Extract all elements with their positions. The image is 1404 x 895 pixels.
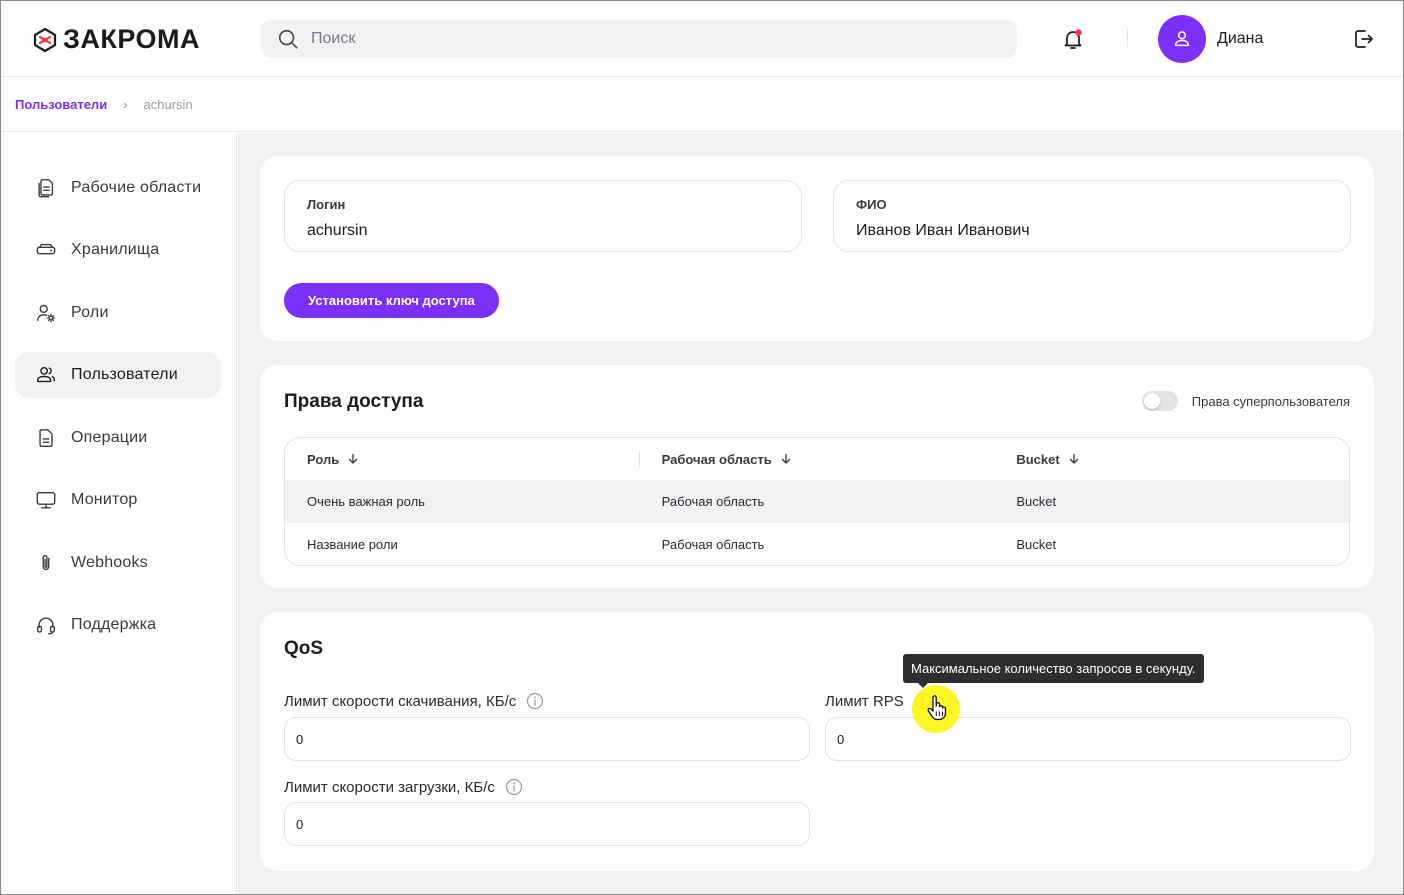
- column-header-role[interactable]: Роль: [285, 452, 640, 467]
- column-header-workspace[interactable]: Рабочая область: [640, 452, 995, 467]
- sidebar-item-roles[interactable]: Роли: [15, 290, 221, 336]
- notification-bell-icon[interactable]: [1061, 27, 1085, 51]
- sidebar-item-monitor[interactable]: Монитор: [15, 477, 221, 523]
- qos-title: QoS: [284, 638, 324, 659]
- table-cell-workspace: Рабочая область: [661, 537, 765, 552]
- upload-limit-label: Лимит скорости загрузки, КБ/с: [284, 778, 495, 796]
- set-access-key-button[interactable]: Установить ключ доступа: [284, 283, 499, 318]
- sidebar: Рабочие области Хранилища Роли Пользоват…: [1, 133, 237, 894]
- column-divider: [639, 451, 640, 467]
- table-row[interactable]: Название роли Рабочая область Bucket: [285, 523, 1349, 565]
- breadcrumb-current: achursin: [143, 97, 193, 112]
- download-limit-label-group: Лимит скорости скачивания, КБ/с: [284, 692, 544, 710]
- document-icon: [39, 429, 53, 447]
- sidebar-item-label: Пользователи: [71, 366, 178, 383]
- users-icon: [37, 366, 55, 383]
- sort-arrow-down-icon: [781, 453, 790, 464]
- superuser-label: Права суперпользователя: [1191, 393, 1350, 409]
- fio-field: ФИО Иванов Иван Иванович: [833, 180, 1351, 252]
- sidebar-item-storages[interactable]: Хранилища: [15, 227, 221, 273]
- logo-text: ЗАКРОМА: [63, 24, 201, 54]
- user-info-card: Логин achursin ФИО Иванов Иван Иванович …: [260, 156, 1374, 341]
- storage-drive-icon: [36, 243, 56, 255]
- breadcrumb: Пользователи › achursin: [1, 78, 1403, 132]
- column-header-label: Рабочая область: [661, 451, 772, 467]
- monitor-icon: [36, 491, 56, 509]
- user-name[interactable]: Диана: [1217, 30, 1263, 48]
- breadcrumb-separator: ›: [123, 97, 128, 112]
- sidebar-item-label: Webhooks: [71, 554, 148, 571]
- info-icon[interactable]: [505, 778, 523, 796]
- login-field: Логин achursin: [284, 180, 802, 252]
- table-cell-bucket: Bucket: [1016, 494, 1057, 509]
- sort-arrow-down-icon: [1069, 453, 1078, 464]
- headset-icon: [37, 617, 55, 635]
- rps-tooltip: Максимальное количество запросов в секун…: [903, 654, 1204, 688]
- table-cell-bucket: Bucket: [1016, 537, 1057, 552]
- column-header-label: Bucket: [1016, 451, 1060, 467]
- sidebar-item-label: Хранилища: [71, 241, 160, 258]
- qos-card: QoS Лимит скорости скачивания, КБ/с Лими…: [260, 612, 1374, 871]
- app-window: ЗАКРОМА Диана Пользов: [0, 0, 1404, 895]
- hand-pointer-cursor-icon: [927, 695, 947, 721]
- superuser-toggle-group: Права суперпользователя: [1141, 391, 1350, 411]
- upload-limit-label-group: Лимит скорости загрузки, КБ/с: [284, 778, 523, 796]
- rps-limit-input[interactable]: [825, 717, 1351, 761]
- logo[interactable]: ЗАКРОМА: [33, 24, 200, 55]
- login-value: achursin: [307, 222, 368, 239]
- sidebar-item-label: Рабочие области: [71, 179, 202, 196]
- access-table: Роль Рабочая область Bucket Очень важная…: [284, 437, 1350, 566]
- download-limit-label: Лимит скорости скачивания, КБ/с: [284, 692, 517, 710]
- info-icon[interactable]: [526, 692, 544, 710]
- access-rights-title: Права доступа: [284, 391, 424, 412]
- sidebar-item-users[interactable]: Пользователи: [15, 352, 221, 398]
- table-cell-workspace: Рабочая область: [661, 494, 765, 509]
- search-bar[interactable]: [261, 20, 1017, 58]
- sort-arrow-down-icon: [349, 453, 358, 464]
- superuser-toggle[interactable]: [1141, 391, 1178, 411]
- breadcrumb-users-link[interactable]: Пользователи: [15, 97, 107, 112]
- logo-mark-icon: [33, 27, 57, 52]
- upload-limit-input[interactable]: [284, 802, 810, 846]
- document-stack-icon: [38, 179, 54, 198]
- sidebar-item-label: Роли: [71, 304, 109, 321]
- search-icon: [278, 29, 298, 49]
- sidebar-item-label: Монитор: [71, 491, 138, 508]
- fio-value: Иванов Иван Иванович: [856, 222, 1030, 239]
- sidebar-item-workspaces[interactable]: Рабочие области: [15, 165, 221, 211]
- paperclip-icon: [42, 555, 50, 571]
- column-header-bucket[interactable]: Bucket: [994, 452, 1349, 467]
- table-cell-role: Очень важная роль: [307, 494, 425, 509]
- sidebar-item-webhooks[interactable]: Webhooks: [15, 540, 221, 586]
- table-cell-role: Название роли: [307, 537, 398, 552]
- download-limit-input[interactable]: [284, 717, 810, 761]
- column-header-label: Роль: [307, 451, 340, 467]
- logout-icon[interactable]: [1351, 27, 1375, 51]
- user-gear-icon: [37, 304, 56, 323]
- top-header: ЗАКРОМА Диана: [1, 1, 1403, 77]
- sidebar-item-label: Операции: [71, 429, 148, 446]
- avatar[interactable]: [1158, 15, 1206, 63]
- main-content: Логин achursin ФИО Иванов Иван Иванович …: [238, 133, 1403, 894]
- table-header: Роль Рабочая область Bucket: [285, 438, 1349, 480]
- sidebar-item-operations[interactable]: Операции: [15, 415, 221, 461]
- login-label: Логин: [307, 197, 346, 212]
- fio-label: ФИО: [856, 197, 887, 212]
- rps-limit-label: Лимит RPS: [825, 692, 904, 710]
- table-row[interactable]: Очень важная роль Рабочая область Bucket: [285, 480, 1349, 523]
- sidebar-item-support[interactable]: Поддержка: [15, 602, 221, 648]
- access-rights-card: Права доступа Права суперпользователя Ро…: [260, 365, 1374, 588]
- sidebar-item-label: Поддержка: [71, 616, 157, 633]
- user-icon: [1174, 31, 1190, 47]
- search-input[interactable]: [311, 30, 961, 48]
- header-divider: [1127, 29, 1128, 47]
